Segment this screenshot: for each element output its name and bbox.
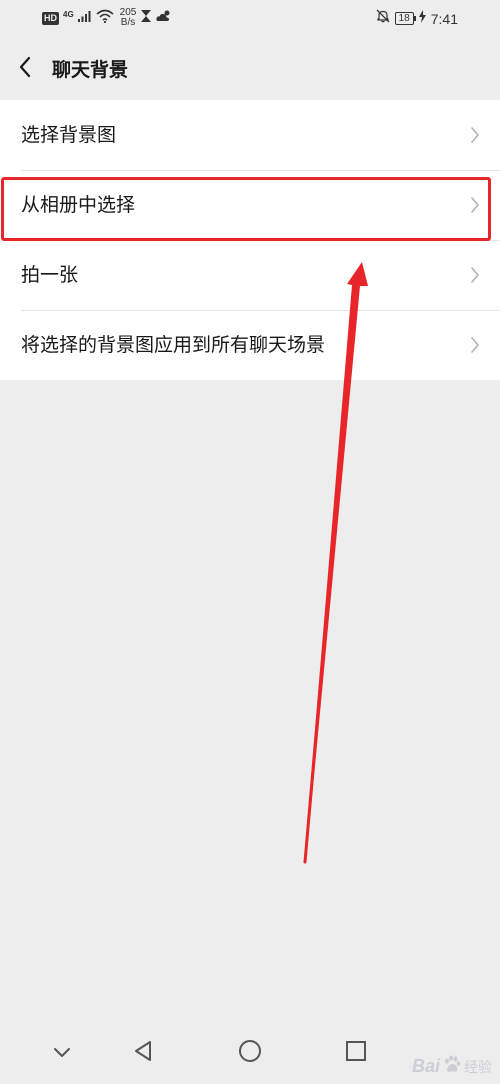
chevron-right-icon: [471, 197, 479, 213]
nav-back-button[interactable]: [128, 1038, 158, 1068]
menu-item-label: 拍一张: [21, 264, 79, 286]
status-time: 7:41: [430, 10, 458, 27]
net-speed-unit: B/s: [120, 17, 136, 28]
menu-item-label: 从相册中选择: [21, 194, 136, 216]
menu-item-label: 选择背景图: [21, 124, 117, 146]
wifi-icon: [96, 9, 114, 28]
status-right: 18 7:41: [376, 9, 458, 28]
nav-home-button[interactable]: [235, 1038, 265, 1068]
menu-item-choose-background[interactable]: 选择背景图: [0, 100, 500, 170]
nav-recents-button[interactable]: [341, 1038, 371, 1068]
menu-item-label: 将选择的背景图应用到所有聊天场景: [21, 334, 326, 356]
hourglass-icon: [140, 9, 152, 28]
chevron-right-icon: [471, 267, 479, 283]
chevron-right-icon: [471, 127, 479, 143]
back-triangle-icon: [132, 1040, 154, 1066]
signal-icon: [77, 9, 92, 27]
settings-list: 选择背景图 从相册中选择 拍一张 将选择的背景图应用到所有聊天场景: [0, 100, 500, 380]
hd-badge: HD: [42, 11, 59, 25]
status-bar: HD 4G 205 B/s 18 7:41: [0, 0, 500, 38]
page-title: 聊天背景: [52, 59, 129, 81]
system-nav-bar: Bai 经验: [0, 1020, 500, 1084]
recents-square-icon: [345, 1040, 367, 1066]
watermark-brand: Bai: [411, 1056, 440, 1076]
weather-icon: [156, 9, 172, 27]
battery-icon: 18: [394, 12, 416, 25]
battery-level: 18: [398, 13, 410, 24]
status-left: HD 4G 205 B/s: [42, 8, 172, 28]
back-button[interactable]: [10, 54, 40, 84]
chevron-right-icon: [471, 337, 479, 353]
collapse-icon: [52, 1044, 72, 1063]
paw-icon: [443, 1055, 461, 1078]
charging-icon: [418, 9, 426, 28]
chevron-left-icon: [18, 56, 32, 82]
network-speed: 205 B/s: [120, 8, 137, 28]
menu-item-apply-all-chats[interactable]: 将选择的背景图应用到所有聊天场景: [0, 310, 500, 380]
baidu-watermark: Bai 经验: [412, 1055, 492, 1078]
menu-item-take-photo[interactable]: 拍一张: [0, 240, 500, 310]
header-bar: 聊天背景: [0, 38, 500, 100]
watermark-sub: 经验: [464, 1058, 492, 1075]
collapse-button[interactable]: [47, 1038, 77, 1068]
home-circle-icon: [238, 1039, 262, 1067]
network-gen-label: 4G: [63, 9, 74, 19]
mute-bell-icon: [376, 9, 390, 28]
menu-item-from-album[interactable]: 从相册中选择: [0, 170, 500, 240]
